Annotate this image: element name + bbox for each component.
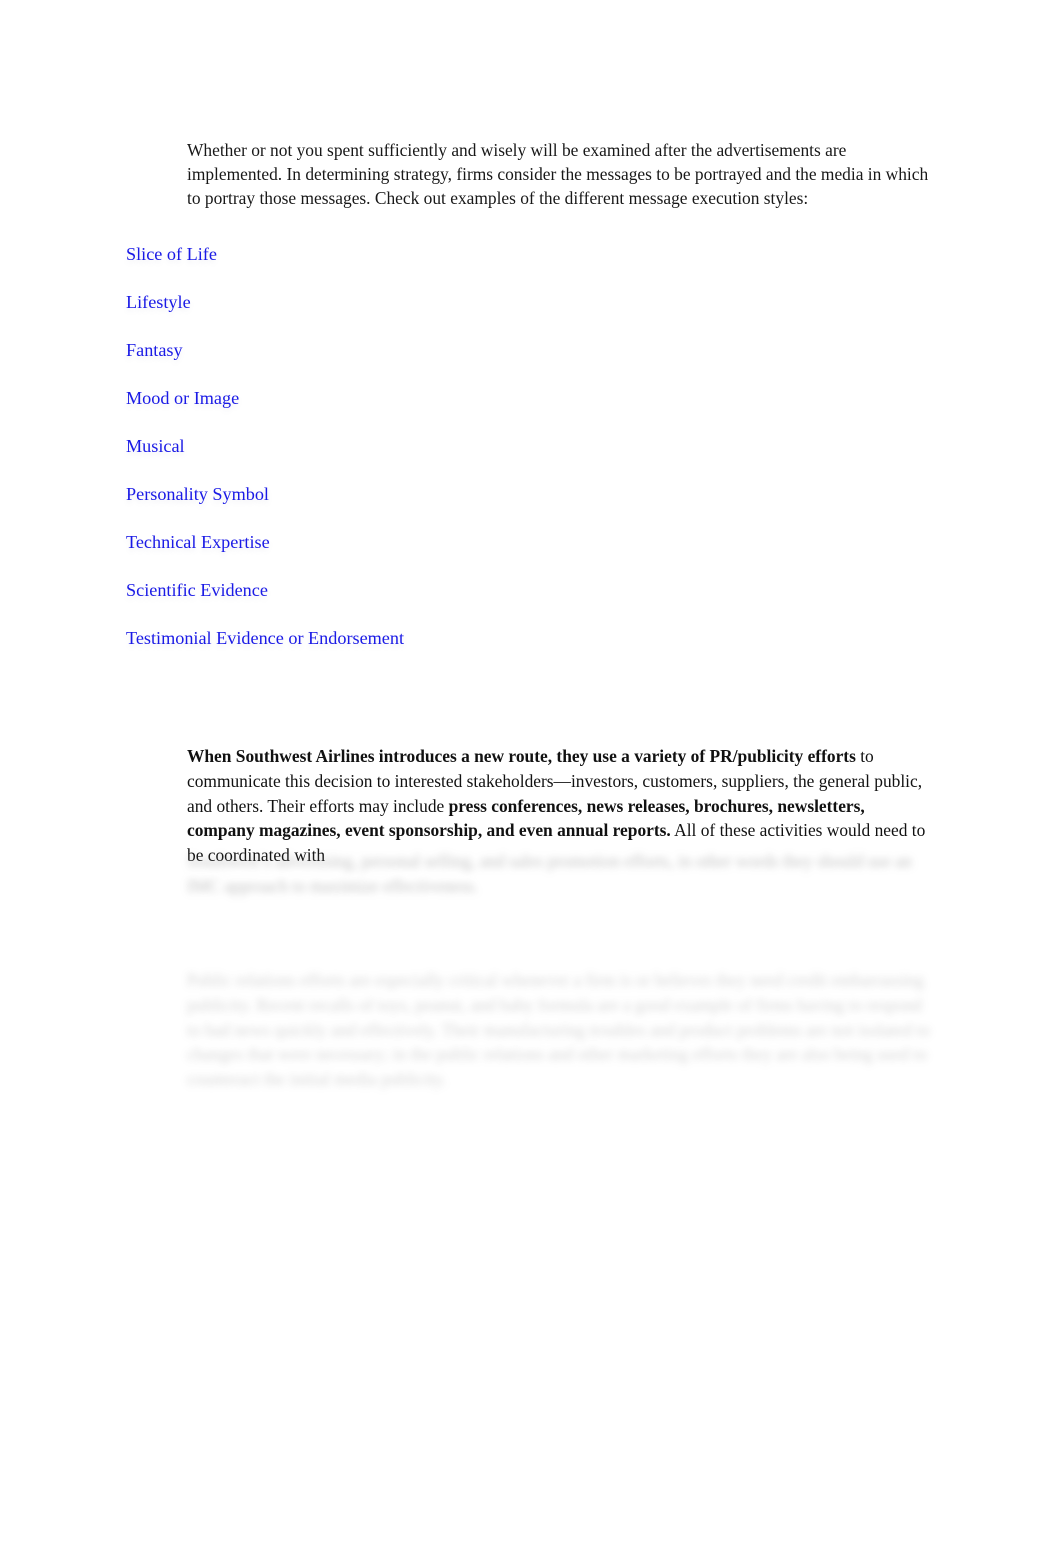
link-mood-or-image[interactable]: Mood or Image (126, 387, 826, 435)
southwest-bold-lead: When Southwest Airlines introduces a new… (187, 746, 856, 767)
intro-paragraph: Whether or not you spent sufficiently an… (187, 140, 929, 208)
link-label: Slice of Life (126, 244, 217, 264)
obscured-text-block-1: Southwest’s advertising, personal sellin… (187, 849, 913, 898)
obscured-line: effectively. Their manufacturing trouble… (360, 1019, 913, 1040)
link-technical-expertise[interactable]: Technical Expertise (126, 531, 826, 579)
link-label: Lifestyle (126, 292, 191, 312)
link-label: Fantasy (126, 340, 183, 360)
link-label: Testimonial Evidence or Endorsement (126, 628, 405, 648)
link-label: Personality Symbol (126, 484, 269, 504)
link-musical[interactable]: Musical (126, 435, 826, 483)
document-page: Whether or not you spent sufficiently an… (0, 0, 1062, 1556)
link-personality-symbol[interactable]: Personality Symbol (126, 483, 826, 531)
link-label: Scientific Evidence (126, 580, 268, 600)
link-label: Technical Expertise (126, 532, 270, 552)
link-lifestyle[interactable]: Lifestyle (126, 291, 826, 339)
link-scientific-evidence[interactable]: Scientific Evidence (126, 579, 826, 627)
obscured-text-block-2: Public relations efforts are especially … (187, 968, 935, 1092)
obscured-line: Public relations efforts are especially … (187, 970, 746, 990)
link-fantasy[interactable]: Fantasy (126, 339, 826, 387)
link-label: Musical (126, 436, 185, 456)
link-slice-of-life[interactable]: Slice of Life (126, 243, 826, 291)
link-testimonial-evidence-or-endorsement[interactable]: Testimonial Evidence or Endorsement (126, 627, 826, 675)
link-label: Mood or Image (126, 388, 240, 408)
obscured-line: Southwest’s advertising, personal sellin… (187, 851, 779, 871)
execution-styles-link-list: Slice of Life Lifestyle Fantasy Mood or … (126, 243, 826, 675)
